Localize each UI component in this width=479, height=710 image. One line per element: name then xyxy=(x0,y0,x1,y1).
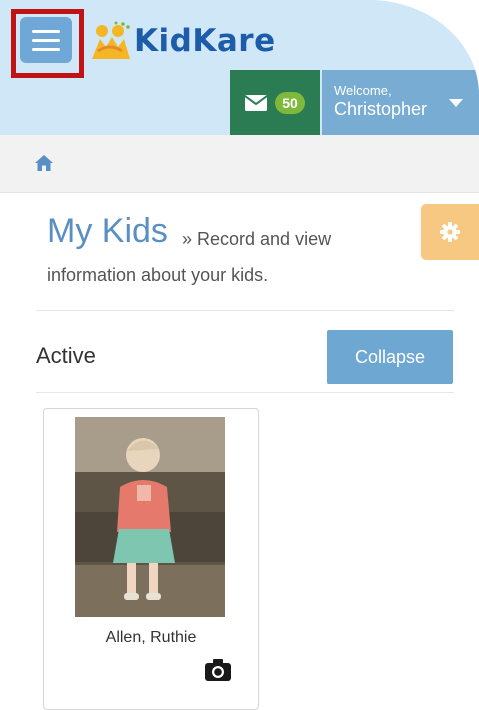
kid-photo[interactable] xyxy=(75,417,225,617)
page-subtitle: » Record and view xyxy=(182,229,332,249)
app-header: KidKare 50 Welcome, Christopher xyxy=(0,0,479,135)
kid-photo-image xyxy=(75,417,225,617)
gear-icon xyxy=(440,222,460,242)
divider xyxy=(36,310,454,311)
section-label-active: Active xyxy=(36,343,96,368)
caret-down-icon xyxy=(449,99,463,107)
welcome-label: Welcome, xyxy=(334,83,392,98)
hamburger-menu-button[interactable] xyxy=(20,17,72,63)
hamburger-line xyxy=(32,29,60,33)
user-menu-dropdown[interactable]: Welcome, Christopher xyxy=(322,70,479,135)
breadcrumb xyxy=(0,135,479,193)
logo-text: KidKare xyxy=(134,23,276,59)
settings-button[interactable] xyxy=(421,204,479,260)
divider xyxy=(36,392,454,393)
kid-card[interactable]: Allen, Ruthie xyxy=(43,408,259,710)
hamburger-line xyxy=(32,38,60,42)
camera-icon[interactable] xyxy=(205,659,231,681)
messages-button[interactable]: 50 xyxy=(230,70,320,135)
home-icon[interactable] xyxy=(34,154,54,172)
page-subtitle-continued: information about your kids. xyxy=(47,265,269,285)
hamburger-line xyxy=(32,47,60,51)
kidkare-logo-icon xyxy=(92,21,130,59)
user-name: Christopher xyxy=(334,99,428,119)
page-title: My Kids xyxy=(47,212,168,250)
collapse-button[interactable]: Collapse xyxy=(327,330,453,384)
envelope-icon xyxy=(245,94,268,111)
kidkare-logo[interactable]: KidKare xyxy=(88,16,276,66)
kid-name[interactable]: Allen, Ruthie xyxy=(44,629,258,647)
messages-count-badge: 50 xyxy=(275,91,305,114)
